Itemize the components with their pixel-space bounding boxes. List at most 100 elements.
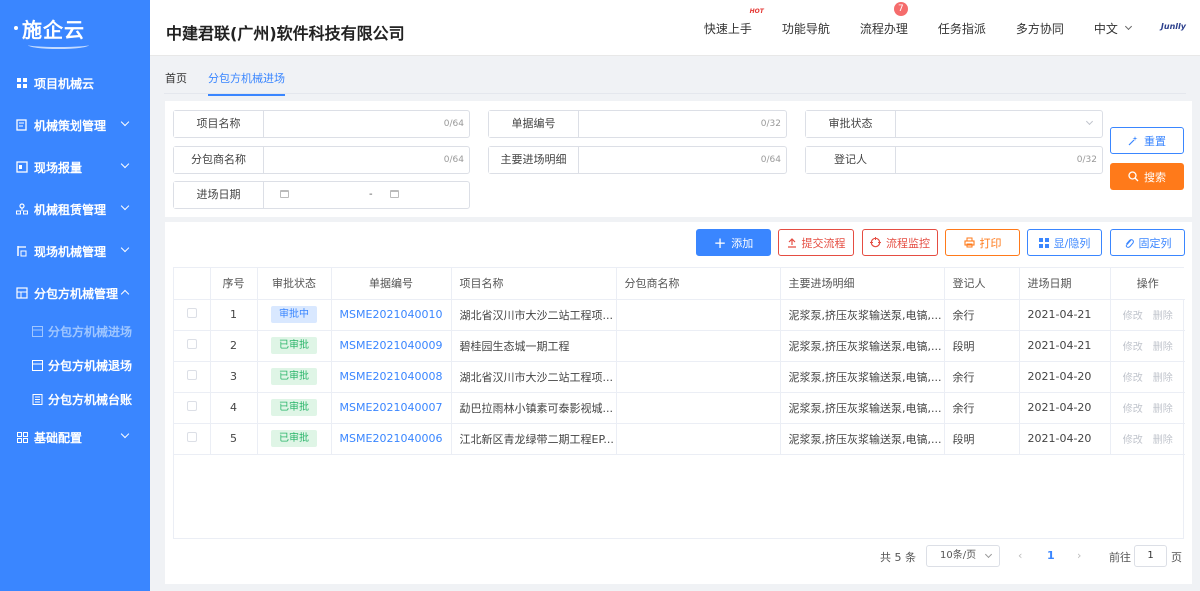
- entry-detail-field: 主要进场明细 0/64: [488, 146, 787, 174]
- toggle-columns-button[interactable]: 显/隐列: [1027, 229, 1102, 256]
- subcontractor-input[interactable]: 0/64: [264, 147, 469, 173]
- row-checkbox[interactable]: [186, 308, 197, 318]
- add-button[interactable]: + 添加: [696, 229, 771, 256]
- status-badge: 已审批: [271, 337, 317, 354]
- approval-status-select[interactable]: [896, 111, 1102, 137]
- nav-quick-start[interactable]: 快速上手 HOT: [704, 8, 764, 37]
- fix-columns-label: 固定列: [1138, 236, 1172, 250]
- cell-registrant: 段明: [944, 330, 1020, 362]
- entry-date-field: 进场日期 -: [173, 181, 470, 209]
- nav-function[interactable]: 功能导航: [782, 20, 830, 37]
- delete-link[interactable]: 删除: [1153, 311, 1173, 322]
- row-checkbox[interactable]: [186, 432, 197, 442]
- page-number-current[interactable]: 1: [1047, 549, 1055, 562]
- cell-detail: 泥浆泵,挤压灰浆输送泵,电镐,...: [780, 361, 945, 393]
- edit-link[interactable]: 修改: [1123, 342, 1143, 353]
- col-header-project[interactable]: 项目名称: [451, 268, 617, 300]
- row-checkbox-cell: [174, 423, 211, 455]
- process-monitor-button[interactable]: 流程监控: [862, 229, 938, 256]
- reset-button[interactable]: 重置: [1110, 127, 1184, 154]
- row-checkbox[interactable]: [186, 339, 197, 349]
- sidebar-item-label: 分包方机械管理: [34, 286, 119, 301]
- cell-actions: 修改 删除: [1110, 330, 1185, 362]
- cell-date: 2021-04-21: [1019, 330, 1111, 362]
- sidebar-subitem-ledger[interactable]: 分包方机械台账: [0, 382, 150, 416]
- sidebar-item-subcontractor[interactable]: 分包方机械管理: [0, 272, 150, 314]
- table-row[interactable]: 3 已审批 MSME2021040008 湖北省汉川市大沙二站工程项... 泥浆泵,挤压…: [174, 361, 1185, 393]
- cell-status: 已审批: [257, 392, 332, 424]
- sidebar-subitem-exit[interactable]: 分包方机械退场: [0, 348, 150, 382]
- delete-link[interactable]: 删除: [1153, 435, 1173, 446]
- edit-link[interactable]: 修改: [1123, 311, 1143, 322]
- delete-link[interactable]: 删除: [1153, 342, 1173, 353]
- doc-number-link[interactable]: MSME2021040007: [340, 401, 443, 414]
- col-header-status[interactable]: 审批状态: [257, 268, 332, 300]
- doc-number-link[interactable]: MSME2021040006: [340, 432, 443, 445]
- cell-no: 1: [210, 299, 258, 331]
- edit-link[interactable]: 修改: [1123, 435, 1143, 446]
- tab-current[interactable]: 分包方机械进场: [208, 70, 285, 96]
- sidebar-item-site-machinery[interactable]: 现场机械管理: [0, 230, 150, 272]
- row-checkbox[interactable]: [186, 370, 197, 380]
- delete-link[interactable]: 删除: [1153, 404, 1173, 415]
- row-checkbox[interactable]: [186, 401, 197, 411]
- col-header-subcontractor[interactable]: 分包商名称: [616, 268, 781, 300]
- sidebar-item-site-report[interactable]: 现场报量: [0, 146, 150, 188]
- cell-doc: MSME2021040007: [331, 392, 452, 424]
- col-header-detail[interactable]: 主要进场明细: [780, 268, 945, 300]
- fix-columns-button[interactable]: 固定列: [1110, 229, 1185, 256]
- sidebar-item-project-cloud[interactable]: 项目机械云: [0, 62, 150, 104]
- sidebar-item-rental[interactable]: 机械租赁管理: [0, 188, 150, 230]
- submit-process-button[interactable]: 提交流程: [778, 229, 854, 256]
- page-size-select[interactable]: 10条/页: [926, 545, 1000, 567]
- sidebar-item-planning[interactable]: 机械策划管理: [0, 104, 150, 146]
- cell-actions: 修改 删除: [1110, 392, 1185, 424]
- table-row[interactable]: 5 已审批 MSME2021040006 江北新区青龙绿带二期工程EP... 泥浆泵,挤…: [174, 423, 1185, 455]
- doc-no-input[interactable]: 0/32: [579, 111, 786, 137]
- cell-no: 3: [210, 361, 258, 393]
- table-header-row: 序号 审批状态 单据编号 项目名称 分包商名称 主要进场明细 登记人 进场日期 …: [174, 268, 1185, 300]
- sidebar-item-basic-config[interactable]: 基础配置: [0, 416, 150, 458]
- table-row[interactable]: 2 已审批 MSME2021040009 碧桂园生态城一期工程 泥浆泵,挤压灰浆输送泵,…: [174, 330, 1185, 362]
- goto-page-input[interactable]: 1: [1134, 545, 1167, 567]
- entry-detail-label: 主要进场明细: [489, 147, 579, 173]
- project-name-input[interactable]: 0/64: [264, 111, 469, 137]
- registrant-input[interactable]: 0/32: [896, 147, 1102, 173]
- col-header-date[interactable]: 进场日期: [1019, 268, 1111, 300]
- language-label: 中文: [1093, 21, 1118, 36]
- search-button[interactable]: 搜索: [1110, 163, 1184, 190]
- table-row[interactable]: 4 已审批 MSME2021040007 勐巴拉雨林小镇素可泰影视城... 泥浆泵,挤压…: [174, 392, 1185, 424]
- edit-link[interactable]: 修改: [1123, 373, 1143, 384]
- row-checkbox-cell: [174, 392, 211, 424]
- table-row[interactable]: 1 审批中 MSME2021040010 湖北省汉川市大沙二站工程项... 泥浆泵,挤压…: [174, 299, 1185, 331]
- site-icon: [16, 245, 28, 257]
- tab-home[interactable]: 首页: [165, 70, 187, 86]
- page-unit-label: 页: [1171, 551, 1182, 564]
- approval-status-field: 审批状态: [805, 110, 1103, 138]
- nav-process[interactable]: 流程办理 7: [860, 1, 908, 37]
- apps-icon: [16, 431, 28, 443]
- crane-icon: [16, 287, 28, 299]
- col-header-registrant[interactable]: 登记人: [944, 268, 1020, 300]
- doc-number-link[interactable]: MSME2021040009: [340, 339, 443, 352]
- language-select[interactable]: 中文: [1093, 20, 1132, 37]
- print-button[interactable]: 打印: [945, 229, 1020, 256]
- prev-page-icon[interactable]: ‹: [1018, 549, 1022, 562]
- cell-date: 2021-04-20: [1019, 392, 1111, 424]
- date-separator: -: [369, 189, 373, 200]
- col-header-no[interactable]: 序号: [210, 268, 258, 300]
- next-page-icon[interactable]: ›: [1077, 549, 1081, 562]
- entry-detail-input[interactable]: 0/64: [579, 147, 786, 173]
- doc-number-link[interactable]: MSME2021040008: [340, 370, 443, 383]
- doc-number-link[interactable]: MSME2021040010: [340, 308, 443, 321]
- company-name: 中建君联(广州)软件科技有限公司: [166, 24, 405, 43]
- nav-collab[interactable]: 多方协同: [1016, 20, 1064, 37]
- delete-link[interactable]: 删除: [1153, 373, 1173, 384]
- col-header-doc[interactable]: 单据编号: [331, 268, 452, 300]
- logo[interactable]: 施企云: [0, 0, 150, 56]
- sidebar-subitem-entry[interactable]: 分包方机械进场: [0, 314, 150, 348]
- entry-date-range[interactable]: -: [264, 182, 469, 208]
- nav-task[interactable]: 任务指派: [938, 20, 986, 37]
- edit-link[interactable]: 修改: [1123, 404, 1143, 415]
- char-count: 0/32: [760, 119, 781, 129]
